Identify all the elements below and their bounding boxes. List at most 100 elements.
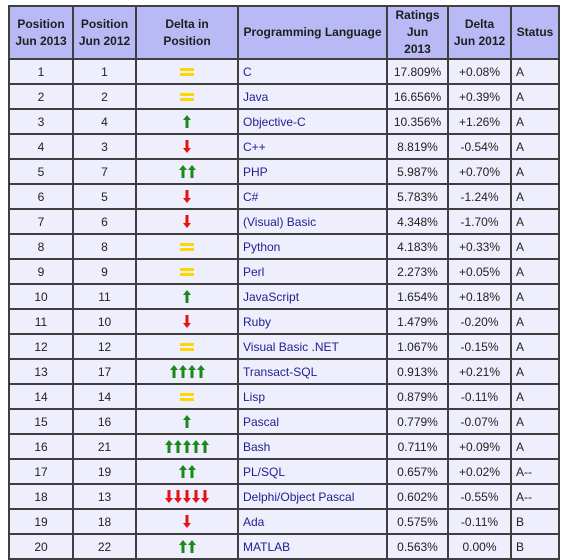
rating-delta: 0.00% (449, 535, 512, 560)
language-link[interactable]: Java (239, 85, 388, 110)
trend-indicator (180, 265, 194, 279)
language-link[interactable]: C# (239, 185, 388, 210)
rating: 1.067% (388, 335, 449, 360)
rating: 0.657% (388, 460, 449, 485)
arrow-up-icon (178, 465, 187, 479)
table-row: 16 21 Bash 0.711% +0.09% A (10, 435, 560, 460)
header-status: Status (512, 7, 560, 60)
rating-delta: -1.24% (449, 185, 512, 210)
trend-indicator (183, 140, 191, 154)
trend-indicator (180, 240, 194, 254)
rating: 0.913% (388, 360, 449, 385)
trend-indicator (183, 190, 191, 204)
rating-delta: -0.55% (449, 485, 512, 510)
language-link[interactable]: Python (239, 235, 388, 260)
delta-position-cell (137, 210, 239, 235)
position-2013: 1 (10, 60, 74, 85)
language-link[interactable]: C++ (239, 135, 388, 160)
rating-delta: +0.21% (449, 360, 512, 385)
rating: 4.183% (388, 235, 449, 260)
status: A (512, 260, 560, 285)
table-row: 2 2 Java 16.656% +0.39% A (10, 85, 560, 110)
rating: 8.819% (388, 135, 449, 160)
position-2012: 3 (74, 135, 137, 160)
arrow-up-icon (187, 165, 196, 179)
delta-position-cell (137, 360, 239, 385)
header-position-2012: Position Jun 2012 (74, 7, 137, 60)
table-row: 15 16 Pascal 0.779% -0.07% A (10, 410, 560, 435)
status: A (512, 85, 560, 110)
arrow-up-icon (165, 440, 173, 454)
language-link[interactable]: Transact-SQL (239, 360, 388, 385)
equal-icon (180, 242, 194, 251)
arrow-down-icon (183, 490, 191, 504)
language-link[interactable]: Visual Basic .NET (239, 335, 388, 360)
status: A-- (512, 485, 560, 510)
language-link[interactable]: C (239, 60, 388, 85)
delta-position-cell (137, 385, 239, 410)
delta-position-cell (137, 235, 239, 260)
language-link[interactable]: PHP (239, 160, 388, 185)
status: A (512, 185, 560, 210)
delta-position-cell (137, 135, 239, 160)
language-link[interactable]: Delphi/Object Pascal (239, 485, 388, 510)
header-delta: Delta Jun 2012 (449, 7, 512, 60)
position-2012: 10 (74, 310, 137, 335)
trend-indicator (180, 90, 194, 104)
delta-position-cell (137, 460, 239, 485)
rating-delta: +0.08% (449, 60, 512, 85)
arrow-down-icon (183, 140, 191, 154)
status: A (512, 435, 560, 460)
language-link[interactable]: MATLAB (239, 535, 388, 560)
arrow-up-icon (183, 115, 191, 129)
table-row: 12 12 Visual Basic .NET 1.067% -0.15% A (10, 335, 560, 360)
table-row: 7 6 (Visual) Basic 4.348% -1.70% A (10, 210, 560, 235)
table-row: 14 14 Lisp 0.879% -0.11% A (10, 385, 560, 410)
language-link[interactable]: JavaScript (239, 285, 388, 310)
delta-position-cell (137, 435, 239, 460)
table-row: 6 5 C# 5.783% -1.24% A (10, 185, 560, 210)
rating: 10.356% (388, 110, 449, 135)
language-link[interactable]: Objective-C (239, 110, 388, 135)
position-2013: 12 (10, 335, 74, 360)
rating-delta: +0.39% (449, 85, 512, 110)
arrow-up-icon (196, 365, 205, 379)
equal-icon (180, 342, 194, 351)
rating: 1.479% (388, 310, 449, 335)
rating: 0.779% (388, 410, 449, 435)
position-2013: 9 (10, 260, 74, 285)
language-link[interactable]: Ada (239, 510, 388, 535)
status: A (512, 135, 560, 160)
delta-position-cell (137, 310, 239, 335)
equal-icon (180, 67, 194, 76)
trend-indicator (183, 515, 191, 529)
rating-delta: +0.70% (449, 160, 512, 185)
language-link[interactable]: PL/SQL (239, 460, 388, 485)
table-row: 5 7 PHP 5.987% +0.70% A (10, 160, 560, 185)
trend-indicator (180, 340, 194, 354)
language-link[interactable]: Bash (239, 435, 388, 460)
rating: 17.809% (388, 60, 449, 85)
position-2012: 12 (74, 335, 137, 360)
language-link[interactable]: Ruby (239, 310, 388, 335)
trend-indicator (183, 290, 191, 304)
language-link[interactable]: Pascal (239, 410, 388, 435)
delta-position-cell (137, 485, 239, 510)
language-link[interactable]: (Visual) Basic (239, 210, 388, 235)
position-2013: 4 (10, 135, 74, 160)
language-link[interactable]: Perl (239, 260, 388, 285)
table-row: 8 8 Python 4.183% +0.33% A (10, 235, 560, 260)
arrow-up-icon (183, 290, 191, 304)
rating-delta: -0.11% (449, 385, 512, 410)
position-2013: 14 (10, 385, 74, 410)
trend-indicator (183, 315, 191, 329)
rating-delta: +0.05% (449, 260, 512, 285)
rating: 0.711% (388, 435, 449, 460)
table-row: 13 17 Transact-SQL 0.913% +0.21% A (10, 360, 560, 385)
status: A-- (512, 460, 560, 485)
rating: 0.563% (388, 535, 449, 560)
language-link[interactable]: Lisp (239, 385, 388, 410)
header-position-2013: Position Jun 2013 (10, 7, 74, 60)
arrow-down-icon (174, 490, 182, 504)
trend-indicator (178, 465, 196, 479)
